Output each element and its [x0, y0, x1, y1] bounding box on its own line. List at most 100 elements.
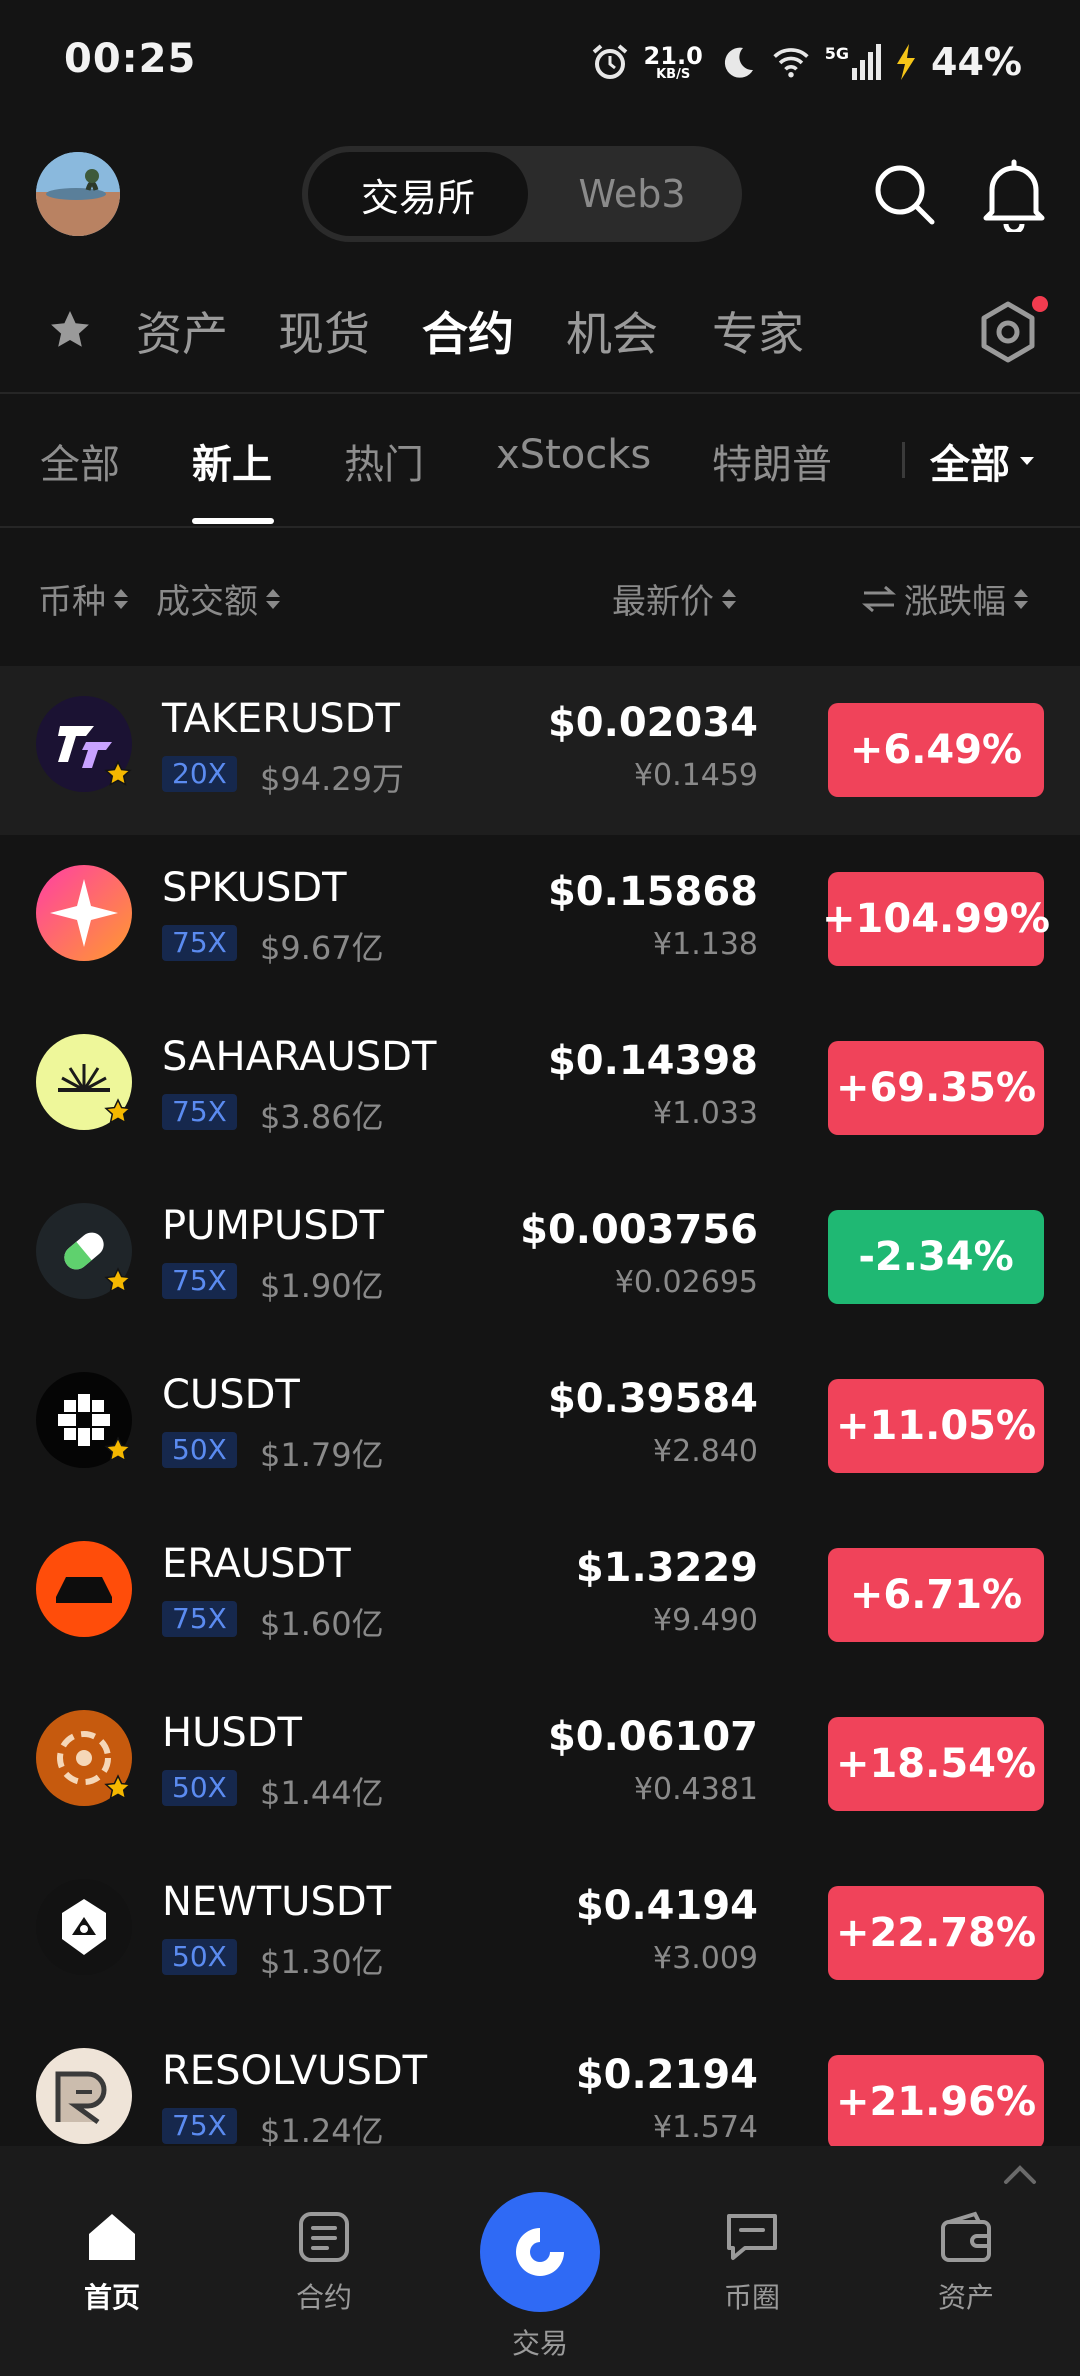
segment-exchange[interactable]: 交易所 — [308, 152, 528, 236]
avatar[interactable] — [36, 152, 120, 236]
list-item[interactable]: TAKERUSDT 20X $94.29万 $0.02034 ¥0.1459 +… — [0, 666, 1080, 835]
charging-icon — [897, 44, 916, 80]
change-badge[interactable]: +104.99% — [822, 872, 1050, 966]
change-badge[interactable]: +21.96% — [828, 2055, 1044, 2149]
col-coin-label: 币种 — [38, 582, 106, 622]
leverage-badge: 75X — [162, 2108, 237, 2144]
segment-web3[interactable]: Web3 — [528, 152, 736, 236]
net-speed-unit: KB/S — [656, 66, 691, 82]
signal-icon: 5G — [825, 44, 882, 80]
leverage-badge: 50X — [162, 1770, 237, 1806]
spk-logo — [36, 865, 132, 961]
volume: $1.90亿 — [260, 1267, 384, 1305]
nav-community-label: 币圈 — [723, 2281, 780, 2314]
favorites-star-icon[interactable] — [48, 308, 92, 352]
leverage-badge: 75X — [162, 1263, 237, 1299]
change-badge[interactable]: +18.54% — [828, 1717, 1044, 1811]
notification-dot — [1032, 296, 1048, 312]
favorite-star-icon — [104, 1098, 132, 1124]
chevron-up-icon[interactable] — [1000, 2160, 1040, 2190]
nav-futures[interactable]: 合约 — [254, 2206, 394, 2316]
col-price-header[interactable]: 最新价 — [612, 574, 736, 623]
list-item[interactable]: SPKUSDT 75X $9.67亿 $0.15868 ¥1.138 +104.… — [0, 835, 1080, 1004]
volume: $94.29万 — [260, 760, 404, 798]
moon-icon — [724, 47, 753, 78]
symbol: CUSDT — [162, 1372, 300, 1418]
nav-community[interactable]: 币圈 — [682, 2206, 822, 2316]
subtab-separator — [902, 442, 905, 478]
favorite-star-icon — [104, 760, 132, 786]
volume: $1.30亿 — [260, 1943, 384, 1981]
futures-icon — [299, 2212, 349, 2262]
price: $0.2194 — [575, 2052, 758, 2098]
status-bar: 00:25 21.0 KB/S 5G 44% — [0, 0, 1080, 120]
list-item[interactable]: HUSDT 50X $1.44亿 $0.06107 ¥0.4381 +18.54… — [0, 1680, 1080, 1849]
col-volume-header[interactable]: 成交额 — [156, 574, 280, 623]
change-badge[interactable]: +11.05% — [828, 1379, 1044, 1473]
col-change-label: 涨跌幅 — [904, 582, 1006, 622]
col-volume-label: 成交额 — [156, 582, 258, 622]
market-list: TAKERUSDT 20X $94.29万 $0.02034 ¥0.1459 +… — [0, 666, 1080, 2187]
price-cny: ¥9.490 — [653, 1603, 758, 1638]
price-cny: ¥0.1459 — [633, 758, 758, 793]
change-badge[interactable]: +6.71% — [828, 1548, 1044, 1642]
change-badge[interactable]: +22.78% — [828, 1886, 1044, 1980]
tab-futures[interactable]: 合约 — [422, 298, 514, 364]
col-coin-header[interactable]: 币种 — [38, 574, 128, 623]
price-cny: ¥3.009 — [653, 1941, 758, 1976]
bell-icon[interactable] — [978, 156, 1050, 232]
price: $0.14398 — [547, 1038, 758, 1084]
list-item[interactable]: CUSDT 50X $1.79亿 $0.39584 ¥2.840 +11.05% — [0, 1342, 1080, 1511]
symbol: PUMPUSDT — [162, 1203, 384, 1249]
trade-icon — [516, 2228, 564, 2276]
status-time: 00:25 — [64, 36, 197, 82]
list-item[interactable]: NEWTUSDT 50X $1.30亿 $0.4194 ¥3.009 +22.7… — [0, 1849, 1080, 2018]
list-item[interactable]: ERAUSDT 75X $1.60亿 $1.3229 ¥9.490 +6.71% — [0, 1511, 1080, 1680]
price-cny: ¥0.4381 — [633, 1772, 758, 1807]
nav-home[interactable]: 首页 — [42, 2206, 182, 2316]
change-badge[interactable]: -2.34% — [828, 1210, 1044, 1304]
subtab-new[interactable]: 新上 — [192, 432, 272, 490]
subtab-trump[interactable]: 特朗普 — [712, 432, 832, 490]
chevron-down-icon — [1020, 457, 1034, 465]
sort-icon — [722, 588, 736, 609]
volume: $9.67亿 — [260, 929, 384, 967]
subtab-xstocks[interactable]: xStocks — [496, 432, 651, 478]
volume: $3.86亿 — [260, 1098, 384, 1136]
price-cny: ¥1.033 — [653, 1096, 758, 1131]
chat-bubble-icon — [727, 2214, 777, 2260]
search-icon[interactable] — [870, 160, 940, 230]
filter-dropdown[interactable]: 全部 — [930, 432, 1036, 490]
subtab-hot[interactable]: 热门 — [344, 432, 424, 490]
wifi-icon — [773, 48, 809, 78]
volume: $1.79亿 — [260, 1436, 384, 1474]
subtab-all[interactable]: 全部 — [40, 432, 120, 490]
favorite-star-icon — [104, 1774, 132, 1800]
list-item[interactable]: SAHARAUSDT 75X $3.86亿 $0.14398 ¥1.033 +6… — [0, 1004, 1080, 1173]
net-speed: 21.0 KB/S — [644, 44, 703, 81]
change-badge[interactable]: +69.35% — [828, 1041, 1044, 1135]
price: $0.15868 — [547, 869, 758, 915]
volume: $1.60亿 — [260, 1605, 384, 1643]
newt-logo — [36, 1879, 132, 1975]
tab-opportunities[interactable]: 机会 — [566, 298, 658, 364]
battery-level: 44% — [931, 40, 1022, 84]
price-cny: ¥1.138 — [653, 927, 758, 962]
list-item[interactable]: PUMPUSDT 75X $1.90亿 $0.003756 ¥0.02695 -… — [0, 1173, 1080, 1342]
nav-assets-label: 资产 — [937, 2281, 994, 2314]
price-cny: ¥0.02695 — [614, 1265, 758, 1300]
price: $1.3229 — [575, 1545, 758, 1591]
tab-experts[interactable]: 专家 — [712, 298, 804, 364]
trade-button[interactable] — [480, 2192, 600, 2312]
status-icons: 21.0 KB/S 5G 44% — [590, 38, 1022, 86]
tab-spot[interactable]: 现货 — [278, 298, 370, 364]
price-cny: ¥2.840 — [653, 1434, 758, 1469]
tab-assets[interactable]: 资产 — [136, 298, 228, 364]
nav-assets[interactable]: 资产 — [896, 2206, 1036, 2316]
col-change-header[interactable]: 涨跌幅 — [862, 574, 1028, 623]
filter-dropdown-label: 全部 — [930, 442, 1010, 488]
settings-hex-icon[interactable] — [976, 300, 1040, 364]
change-badge[interactable]: +6.49% — [828, 703, 1044, 797]
era-logo — [36, 1541, 132, 1637]
wallet-icon — [941, 2211, 991, 2262]
